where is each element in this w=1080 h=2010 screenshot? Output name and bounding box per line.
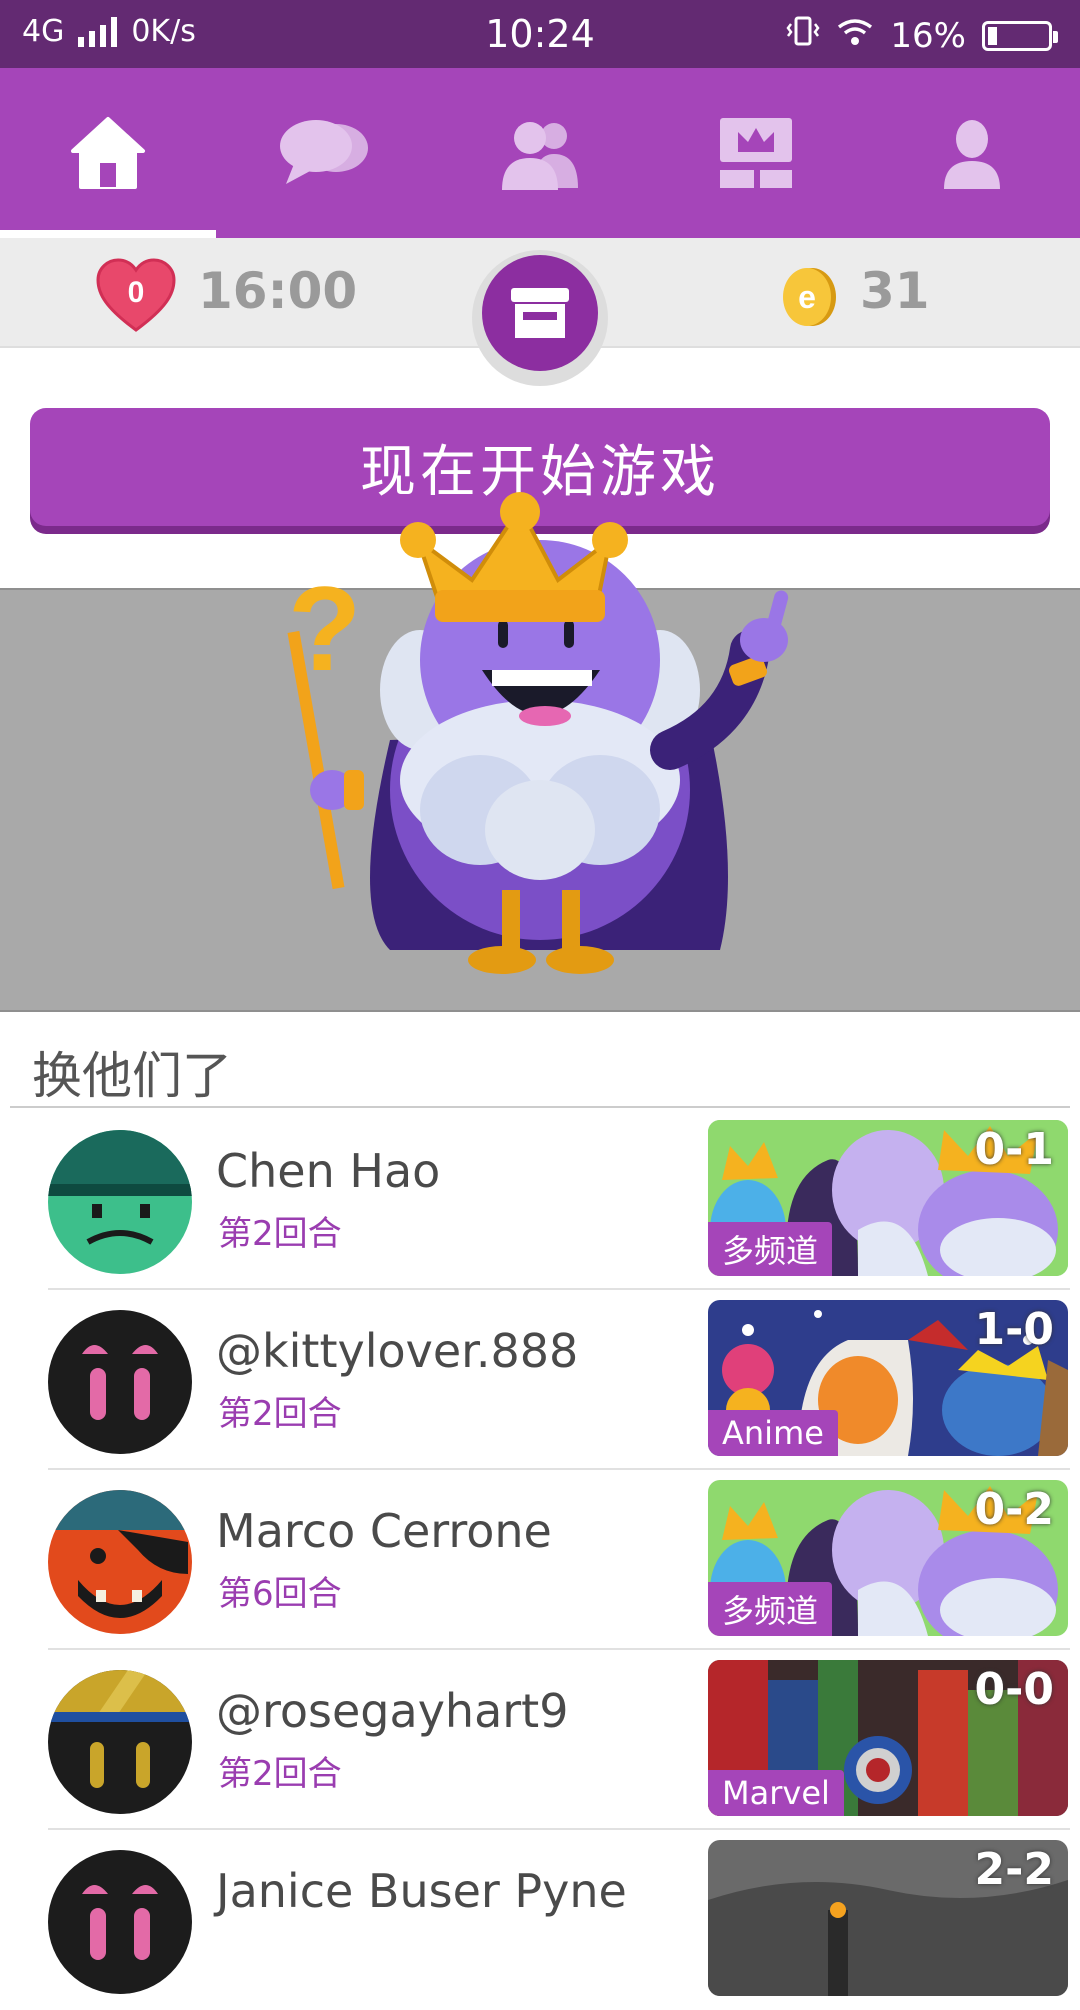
avatar <box>48 1490 192 1634</box>
chat-bubbles-icon <box>280 120 368 184</box>
round-label: 第2回合 <box>218 1214 342 1254</box>
match-score: 0-2 <box>974 1484 1055 1535</box>
vibrate-icon <box>786 14 820 57</box>
status-right: 16% <box>786 14 1058 57</box>
opponent-name: Chen Hao <box>216 1144 441 1198</box>
round-label: 第2回合 <box>218 1394 342 1434</box>
category-thumbnail: 2-2 <box>708 1840 1068 1996</box>
category-thumbnail: 0-2 多频道 <box>708 1480 1068 1636</box>
category-thumbnail: 0-0 Marvel <box>708 1660 1068 1816</box>
avatar <box>48 1670 192 1814</box>
opponent-name: @rosegayhart9 <box>216 1684 569 1738</box>
opponent-name: Janice Buser Pyne <box>216 1864 627 1918</box>
round-label: 第2回合 <box>218 1754 342 1794</box>
game-row[interactable]: Marco Cerrone 第6回合 0-2 多频道 <box>0 1470 1080 1650</box>
your-turn-heading: 换他们了 <box>32 1047 232 1105</box>
svg-text:e: e <box>798 279 816 315</box>
lives-count: 0 <box>128 276 145 309</box>
round-label: 第6回合 <box>218 1574 342 1614</box>
category-label: Anime <box>708 1410 838 1456</box>
game-row[interactable]: @rosegayhart9 第2回合 0-0 Marvel <box>0 1650 1080 1830</box>
match-score: 0-1 <box>974 1124 1055 1175</box>
tab-friends[interactable] <box>432 68 648 238</box>
active-tab-indicator <box>0 230 216 238</box>
game-row[interactable]: Janice Buser Pyne 2-2 <box>0 1830 1080 2010</box>
tab-home[interactable] <box>0 68 216 238</box>
battery-icon <box>982 20 1058 51</box>
friends-icon <box>502 122 578 190</box>
lives-timer: 16:00 <box>198 262 358 320</box>
svg-text:?: ? <box>288 562 361 696</box>
status-bar: 4G 0K/s 10:24 16% <box>0 0 1080 68</box>
category-label: 多频道 <box>708 1582 833 1636</box>
top-nav <box>0 68 1080 238</box>
match-score: 1-0 <box>974 1304 1055 1355</box>
category-label: Marvel <box>708 1770 844 1816</box>
opponent-name: Marco Cerrone <box>216 1504 552 1558</box>
match-score: 0-0 <box>974 1664 1055 1715</box>
shop-button[interactable] <box>482 255 598 371</box>
avatar <box>48 1850 192 1994</box>
heart-icon[interactable]: 0 <box>96 258 176 332</box>
category-thumbnail: 0-1 多频道 <box>708 1120 1068 1276</box>
shop-icon <box>511 288 569 338</box>
opponent-name: @kittylover.888 <box>216 1324 579 1378</box>
match-score: 2-2 <box>974 1844 1055 1895</box>
tab-profile[interactable] <box>864 68 1080 238</box>
tab-chat[interactable] <box>216 68 432 238</box>
crown-board-icon <box>720 118 792 188</box>
avatar <box>48 1130 192 1274</box>
coins-count: 31 <box>860 262 930 320</box>
avatar <box>48 1310 192 1454</box>
king-character-illustration: ? <box>240 490 840 990</box>
coin-icon: e <box>780 266 838 328</box>
game-row[interactable]: @kittylover.888 第2回合 1-0 Anime <box>0 1290 1080 1470</box>
game-row[interactable]: Chen Hao 第2回合 0-1 多频道 <box>0 1110 1080 1290</box>
wifi-icon <box>836 16 874 56</box>
category-label: 多频道 <box>708 1222 833 1276</box>
user-icon <box>944 120 1000 189</box>
tab-ranking[interactable] <box>648 68 864 238</box>
category-thumbnail: 1-0 Anime <box>708 1300 1068 1456</box>
home-icon <box>71 117 145 189</box>
battery-percent: 16% <box>890 15 966 56</box>
section-divider <box>10 1106 1070 1108</box>
